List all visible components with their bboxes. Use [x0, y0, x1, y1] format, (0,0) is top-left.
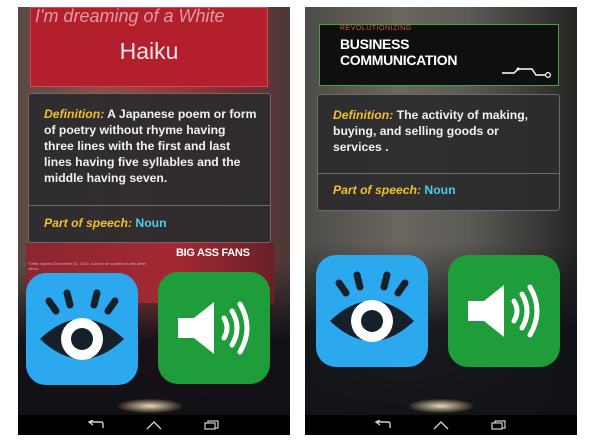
nav-bar [305, 415, 577, 435]
card-divider [29, 205, 270, 206]
home-icon[interactable] [144, 418, 164, 432]
eye-icon [330, 271, 414, 342]
home-icon[interactable] [431, 418, 451, 432]
back-icon[interactable] [86, 418, 106, 432]
cover-small-text: REVOLUTIONIZING [340, 25, 412, 32]
view-button[interactable] [316, 255, 428, 367]
recent-apps-icon[interactable] [202, 418, 222, 432]
cover-line-1: BUSINESS [340, 36, 410, 52]
cover-line-2: COMMUNICATION [340, 52, 458, 68]
part-of-speech: Part of speech: Noun [333, 183, 456, 197]
back-icon[interactable] [373, 418, 393, 432]
speaker-icon [468, 284, 540, 338]
speaker-icon [178, 301, 250, 355]
part-of-speech-value: Noun [132, 216, 167, 230]
part-of-speech: Part of speech: Noun [44, 216, 167, 230]
view-button[interactable] [26, 273, 138, 385]
definition-text: Definition: The activity of making, buyi… [318, 95, 559, 155]
speak-button[interactable] [158, 272, 270, 384]
print-fine-text: *Offer expires December 31, 2010. Cannot… [28, 261, 147, 271]
definition-label: Definition: [44, 107, 105, 121]
ceiling-light-glow [118, 399, 182, 413]
nav-bar [18, 415, 290, 435]
recent-apps-icon[interactable] [489, 418, 509, 432]
part-of-speech-label: Part of speech: [333, 183, 422, 197]
ceiling-light-glow [409, 399, 473, 413]
speak-button[interactable] [448, 255, 560, 367]
phone-screen-right: REVOLUTIONIZING BUSINESS COMMUNICATION D… [305, 7, 577, 435]
definition-card: Definition: The activity of making, buyi… [317, 94, 560, 211]
definition-label: Definition: [333, 108, 394, 122]
card-divider [318, 173, 559, 174]
circuit-graphic [502, 67, 551, 79]
page: I'm dreaming of a White Haiku BIG ASS FA… [0, 0, 589, 442]
cover-top-text: I'm dreaming of a White [35, 7, 225, 26]
definition-text: Definition: A Japanese poem or form of p… [29, 94, 270, 186]
print-big-text: BIG ASS FANS [176, 247, 250, 259]
eye-icon [40, 289, 124, 360]
part-of-speech-value: Noun [421, 183, 456, 197]
cover-title: Haiku [119, 38, 179, 64]
part-of-speech-label: Part of speech: [44, 216, 133, 230]
phone-screen-left: I'm dreaming of a White Haiku BIG ASS FA… [18, 7, 290, 435]
definition-card: Definition: A Japanese poem or form of p… [28, 93, 271, 243]
book-cover-haiku: I'm dreaming of a White Haiku [30, 7, 268, 87]
